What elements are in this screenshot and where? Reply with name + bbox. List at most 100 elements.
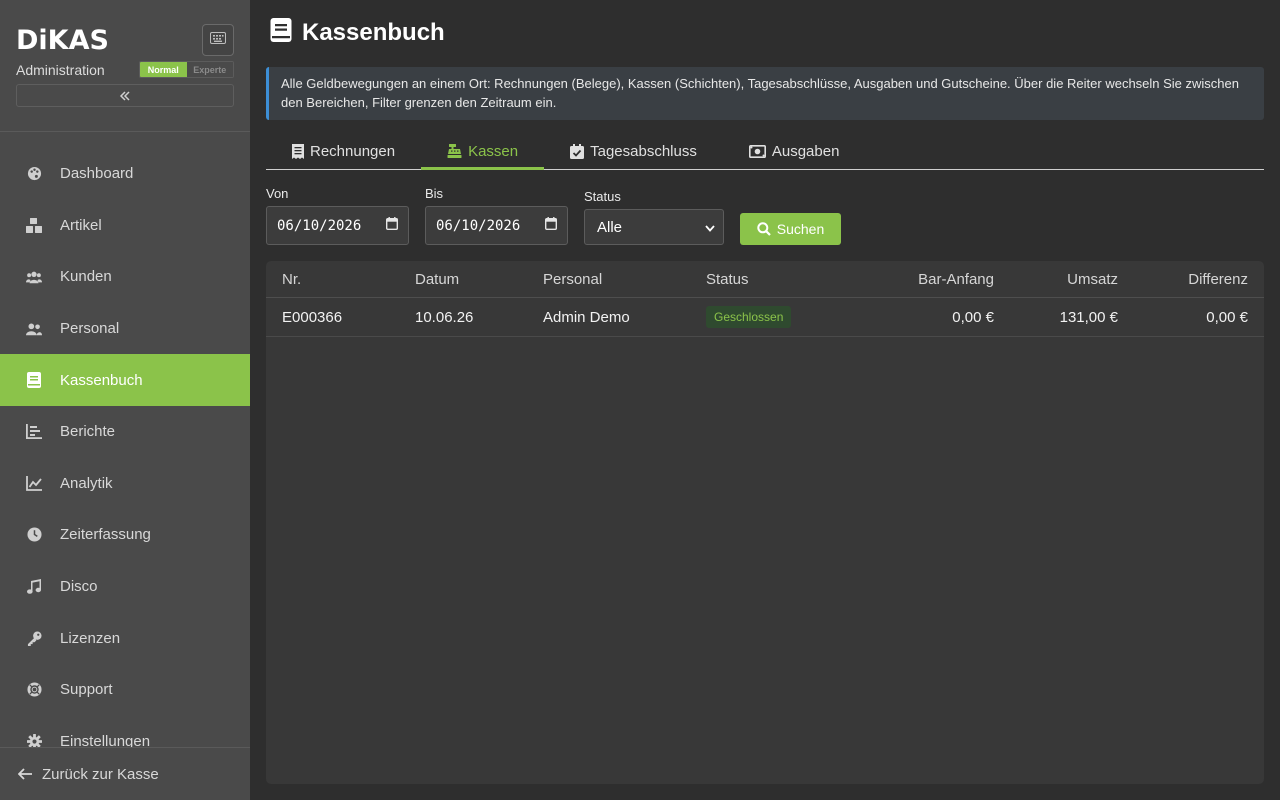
tab-bar: Rechnungen Kassen Tagesabschluss Ausgabe… <box>266 132 1264 170</box>
search-button[interactable]: Suchen <box>740 213 841 245</box>
search-button-label: Suchen <box>776 221 825 237</box>
book-icon <box>270 18 292 47</box>
von-date-input[interactable]: 06/10/2026 <box>266 206 409 245</box>
sidebar-item-label: Berichte <box>60 423 116 441</box>
main-content: Kassenbuch Alle Geldbewegungen an einem … <box>250 0 1280 800</box>
sidebar-item-lizenzen[interactable]: Lizenzen <box>0 612 250 664</box>
sidebar-item-label: Support <box>60 681 113 699</box>
sidebar-item-label: Dashboard <box>60 165 134 183</box>
column-header-datum[interactable]: Datum <box>415 261 459 297</box>
sidebar-item-kunden[interactable]: Kunden <box>0 251 250 303</box>
tab-ausgaben[interactable]: Ausgaben <box>723 132 866 170</box>
sidebar-divider <box>0 131 250 132</box>
music-icon <box>26 579 42 595</box>
bis-label: Bis <box>425 186 444 201</box>
lifebuoy-icon <box>26 682 42 698</box>
sidebar-item-label: Personal <box>60 320 120 338</box>
status-badge: Geschlossen <box>706 306 792 328</box>
cell-personal: Admin Demo <box>543 308 630 326</box>
sidebar-item-berichte[interactable]: Berichte <box>0 406 250 458</box>
sidebar-item-label: Zeiterfassung <box>60 526 151 544</box>
sidebar-item-label: Einstellungen <box>60 732 151 747</box>
calendar-check-icon <box>570 143 585 159</box>
tab-rechnungen[interactable]: Rechnungen <box>266 132 421 170</box>
von-date-value: 06/10/2026 <box>277 217 362 234</box>
search-icon <box>757 222 771 236</box>
chevrons-left-icon <box>119 88 131 104</box>
sidebar-item-label: Artikel <box>60 216 102 234</box>
key-icon <box>26 630 42 646</box>
sidebar-item-einstellungen[interactable]: Einstellungen <box>0 716 250 747</box>
money-bill-icon <box>748 144 766 158</box>
bis-date-input[interactable]: 06/10/2026 <box>425 206 568 245</box>
table-header: Nr. Datum Personal Status Bar-Anfang Ums… <box>266 261 1264 298</box>
admin-subtitle: Administration <box>16 62 105 78</box>
back-label: Zurück zur Kasse <box>42 765 159 783</box>
column-header-bar-anfang[interactable]: Bar-Anfang <box>918 261 994 297</box>
cell-bar-anfang: 0,00 € <box>952 308 994 326</box>
cell-datum: 10.06.26 <box>415 308 474 326</box>
keyboard-icon <box>210 31 226 49</box>
status-select[interactable]: Alle <box>584 209 724 245</box>
boxes-icon <box>26 217 42 233</box>
sidebar-item-label: Disco <box>60 578 98 596</box>
tab-label: Ausgaben <box>771 142 840 160</box>
tab-label: Kassen <box>468 142 519 160</box>
arrow-left-icon <box>18 768 33 780</box>
status-select-value: Alle <box>597 218 623 236</box>
back-to-register-link[interactable]: Zurück zur Kasse <box>0 747 250 800</box>
column-header-personal[interactable]: Personal <box>543 261 602 297</box>
sidebar-item-analytik[interactable]: Analytik <box>0 458 250 510</box>
sidebar-item-label: Kunden <box>60 268 112 286</box>
page-title: Kassenbuch <box>302 18 445 46</box>
sidebar: DiKAS Administration Normal Experte Dash… <box>0 0 250 800</box>
cell-status: Geschlossen <box>706 298 792 336</box>
sidebar-item-support[interactable]: Support <box>0 664 250 716</box>
clock-icon <box>26 527 42 543</box>
column-header-status[interactable]: Status <box>706 261 749 297</box>
sidebar-item-label: Analytik <box>60 474 113 492</box>
mode-toggle: Normal Experte <box>139 61 234 78</box>
sidebar-item-personal[interactable]: Personal <box>0 303 250 355</box>
sidebar-item-disco[interactable]: Disco <box>0 561 250 613</box>
receipt-icon <box>292 143 304 159</box>
bis-date-value: 06/10/2026 <box>436 217 521 234</box>
sidebar-nav: Dashboard Artikel Kunden Personal Kassen… <box>0 148 250 747</box>
calendar-icon <box>385 217 399 234</box>
sidebar-item-label: Kassenbuch <box>60 371 143 389</box>
app-logo: DiKAS <box>16 25 109 56</box>
bar-chart-icon <box>26 424 42 440</box>
status-label: Status <box>584 189 621 204</box>
mode-normal-button[interactable]: Normal <box>140 62 187 77</box>
brand: DiKAS <box>16 24 109 58</box>
cell-differenz: 0,00 € <box>1206 308 1248 326</box>
cash-register-icon <box>447 144 462 158</box>
book-icon <box>26 372 42 389</box>
calendar-icon <box>544 217 558 234</box>
keyboard-button[interactable] <box>202 24 234 56</box>
user-group-icon <box>26 321 42 337</box>
column-header-umsatz[interactable]: Umsatz <box>1067 261 1118 297</box>
sidebar-item-zeiterfassung[interactable]: Zeiterfassung <box>0 509 250 561</box>
tab-tagesabschluss[interactable]: Tagesabschluss <box>544 132 723 170</box>
sidebar-item-dashboard[interactable]: Dashboard <box>0 148 250 200</box>
tab-label: Tagesabschluss <box>590 142 697 160</box>
column-header-nr[interactable]: Nr. <box>282 261 301 297</box>
column-header-differenz[interactable]: Differenz <box>1188 261 1248 297</box>
table-row[interactable]: E000366 10.06.26 Admin Demo Geschlossen … <box>266 298 1264 337</box>
info-alert: Alle Geldbewegungen an einem Ort: Rechnu… <box>266 67 1264 120</box>
tab-label: Rechnungen <box>310 142 396 160</box>
page-header: Kassenbuch <box>270 18 445 47</box>
sidebar-item-label: Lizenzen <box>60 629 121 647</box>
chevron-down-icon <box>705 219 715 236</box>
collapse-sidebar-button[interactable] <box>16 84 234 107</box>
mode-experte-button[interactable]: Experte <box>186 62 233 77</box>
shifts-table: Nr. Datum Personal Status Bar-Anfang Ums… <box>266 261 1264 784</box>
sidebar-item-artikel[interactable]: Artikel <box>0 200 250 252</box>
palette-icon <box>26 166 42 182</box>
users-icon <box>26 269 42 285</box>
line-chart-icon <box>26 475 42 491</box>
von-label: Von <box>266 186 289 201</box>
sidebar-item-kassenbuch[interactable]: Kassenbuch <box>0 354 250 406</box>
tab-kassen[interactable]: Kassen <box>421 132 545 170</box>
